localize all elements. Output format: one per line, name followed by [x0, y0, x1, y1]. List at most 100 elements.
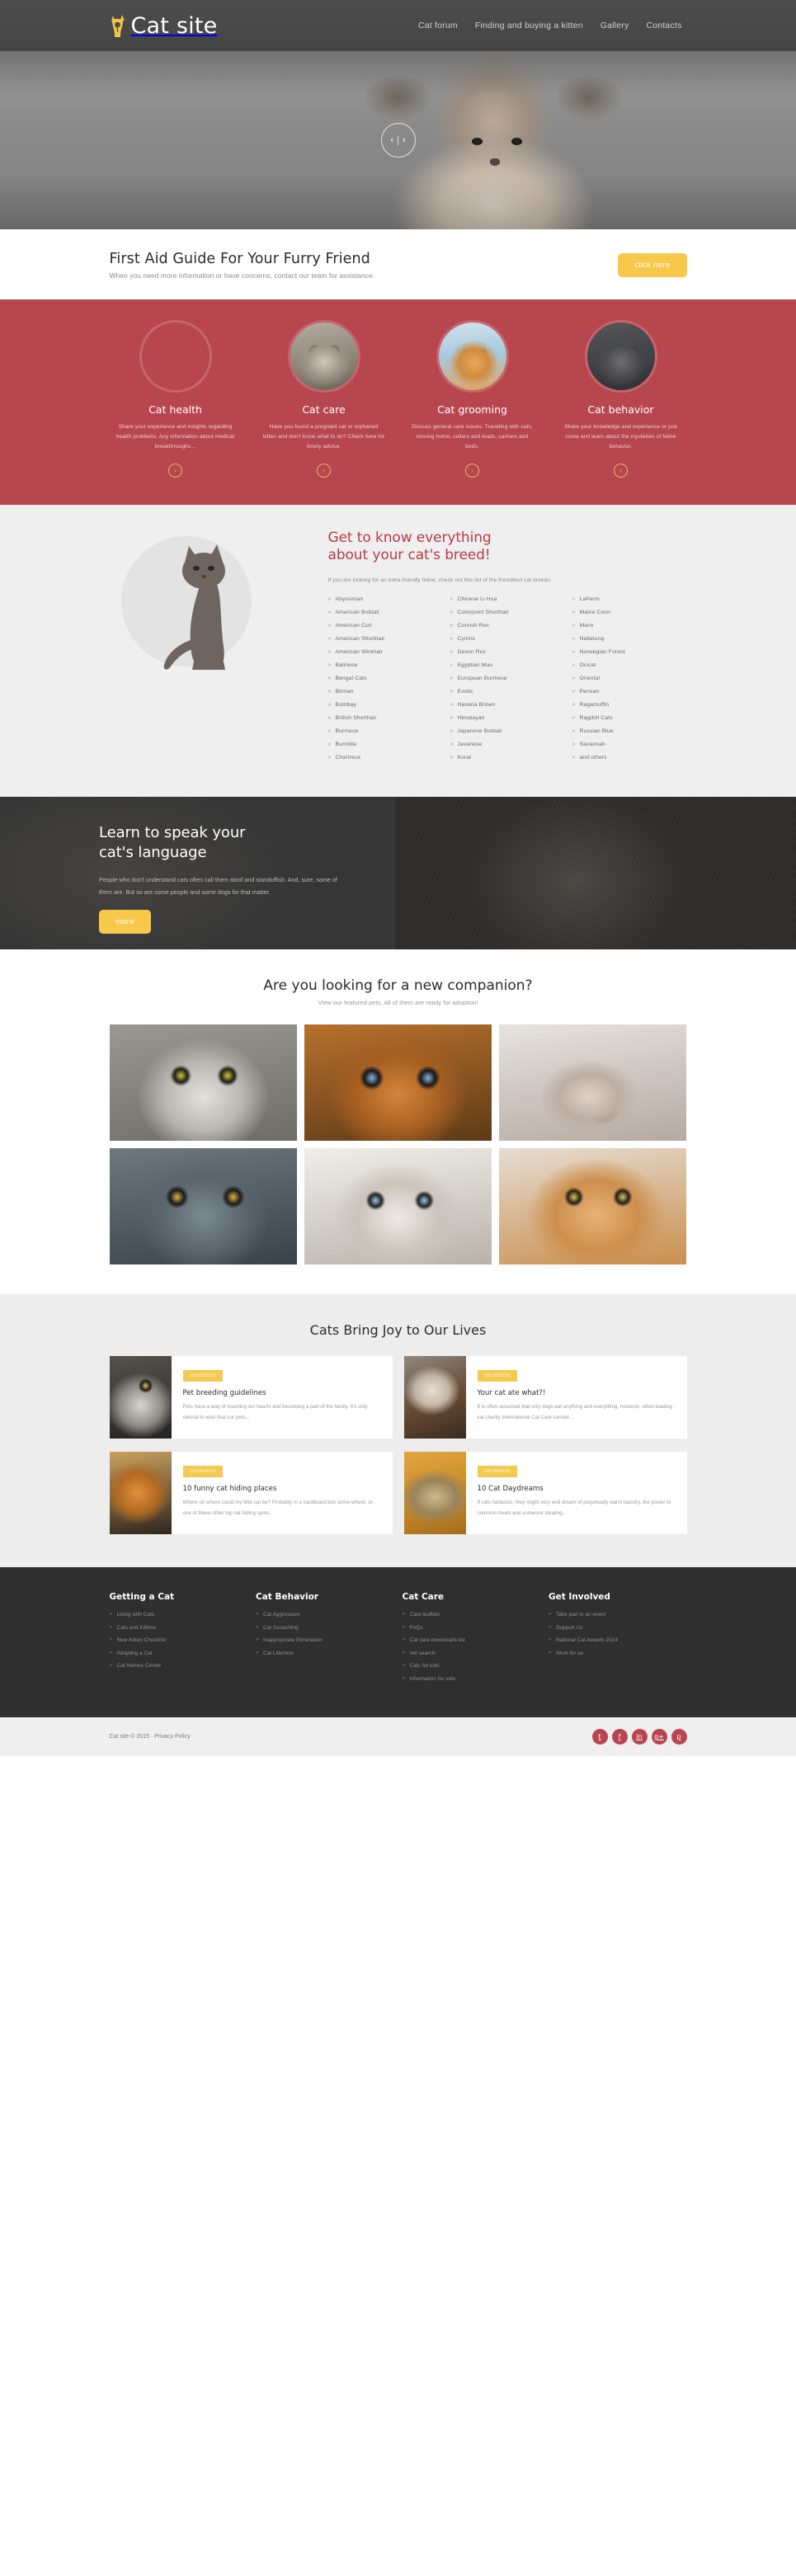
footer-link[interactable]: Cat Litterbox [256, 1651, 394, 1657]
breed-item[interactable]: Chinese Li Hua [450, 596, 563, 603]
gallery-item[interactable] [304, 1148, 492, 1265]
googleplus-icon[interactable]: g+ [651, 1729, 667, 1745]
breed-item[interactable]: Havana Brown [450, 702, 563, 709]
breed-item[interactable]: Ocicat [572, 662, 685, 669]
breed-item[interactable]: LaPerm [572, 596, 685, 603]
service-arrow-icon[interactable]: › [465, 463, 479, 478]
footer-link[interactable]: Work for us [549, 1651, 687, 1657]
breed-item[interactable]: American Wirehair [328, 649, 440, 656]
breed-item[interactable]: Korat [450, 755, 563, 761]
gallery-item[interactable] [109, 1148, 297, 1265]
service-text: Have you found a pregnant cat or orphane… [262, 424, 385, 450]
footer-link[interactable]: Information for vets [403, 1676, 541, 1683]
footer-link[interactable]: Cats and Kittens [110, 1625, 248, 1632]
blog-post-title[interactable]: Pet breeding guidelines [183, 1389, 381, 1397]
breed-item[interactable]: Devon Rex [450, 649, 563, 656]
breed-item[interactable]: Burmilla [328, 742, 440, 748]
breed-item[interactable]: Oriental [572, 676, 685, 682]
footer-link[interactable]: Cat Scratching [256, 1625, 394, 1632]
blog-post-title[interactable]: 10 Cat Daydreams [478, 1485, 676, 1493]
breed-item[interactable]: Abyssinian [328, 596, 440, 603]
logo-link[interactable]: Cat site [110, 13, 218, 39]
pinterest-icon[interactable]: p [671, 1729, 687, 1745]
blog-post-card[interactable]: 19/10/2015 10 Cat Daydreams If cats fant… [403, 1452, 687, 1535]
breed-item[interactable]: Russian Blue [572, 728, 685, 735]
footer-link[interactable]: Inappropriate Elimination [256, 1637, 394, 1644]
breed-item[interactable]: Egyptian Mau [450, 662, 563, 669]
blog-post-date-badge: 19/10/2015 [477, 1466, 517, 1478]
breed-item[interactable]: Himalayan [450, 715, 563, 722]
footer-link[interactable]: Care leaflets [403, 1612, 541, 1618]
blog-post-card[interactable]: 19/10/2015 Your cat ate what?! It is oft… [403, 1356, 687, 1439]
gallery-item[interactable] [498, 1024, 686, 1142]
breed-item[interactable]: Chartreux [328, 755, 440, 761]
callout-text-block: First Aid Guide For Your Furry Friend Wh… [110, 251, 375, 280]
breed-item[interactable]: American Shorthair [328, 636, 440, 643]
breed-item[interactable]: Balinese [328, 662, 440, 669]
gallery-item[interactable] [109, 1024, 297, 1142]
breed-item[interactable]: Persian [572, 689, 685, 695]
breed-item[interactable]: British Shorthair [328, 715, 440, 722]
blog-post-card[interactable]: 19/10/2015 Pet breeding guidelines Pets … [109, 1356, 393, 1439]
facebook-icon[interactable]: f [611, 1729, 628, 1745]
breed-item[interactable]: and others [572, 755, 685, 761]
twitter-icon[interactable]: t [591, 1729, 608, 1745]
breed-item[interactable]: European Burmese [450, 676, 563, 682]
nav-item-contacts[interactable]: Contacts [646, 21, 681, 31]
nav-item-finding-buying-kitten[interactable]: Finding and buying a kitten [475, 21, 583, 31]
breed-item[interactable]: American Curl [328, 623, 440, 629]
footer-link[interactable]: Cat Aggression [256, 1612, 394, 1618]
footer-link[interactable]: Cat Names Center [110, 1663, 248, 1669]
breed-item[interactable]: Bengal Cats [328, 676, 440, 682]
breed-item[interactable]: Savannah [572, 742, 685, 748]
breed-item[interactable]: Ragamuffin [572, 702, 685, 709]
breed-item[interactable]: Ragdoll Cats [572, 715, 685, 722]
footer-link[interactable]: Living with Cats [110, 1612, 248, 1618]
gallery-item[interactable] [304, 1024, 492, 1142]
footer-link[interactable]: New Kitten Checklist [110, 1637, 248, 1644]
breed-item[interactable]: Norwegian Forest [572, 649, 685, 656]
click-here-button[interactable]: click here [618, 253, 687, 277]
breed-item[interactable]: Japanese Bobtail [450, 728, 563, 735]
blog-post-title[interactable]: Your cat ate what?! [478, 1389, 676, 1397]
service-arrow-icon[interactable]: › [168, 463, 182, 478]
footer-link[interactable]: Vet search [403, 1651, 541, 1657]
breed-item[interactable]: Bombay [328, 702, 440, 709]
service-card-cat-grooming: Cat grooming Discuss general care issues… [407, 320, 539, 478]
breed-item[interactable]: American Bobtail [328, 610, 440, 616]
gallery-item[interactable] [498, 1148, 686, 1265]
service-arrow-icon[interactable]: › [317, 463, 331, 478]
footer-link[interactable]: Adopting a Cat [110, 1651, 248, 1657]
footer-link[interactable]: Cats for kids [403, 1663, 541, 1669]
footer-link[interactable]: Cat care downloads list [403, 1637, 541, 1644]
cat-language-section: Learn to speak your cat's language Peopl… [0, 797, 796, 950]
breed-item[interactable]: Cymric [450, 636, 563, 643]
footer-link[interactable]: FAQs [403, 1625, 541, 1632]
linkedin-icon[interactable]: in [631, 1729, 648, 1745]
nav-item-gallery[interactable]: Gallery [601, 21, 629, 31]
footer-column-cat-behavior: Cat Behavior Cat Aggression Cat Scratchi… [256, 1592, 394, 1689]
nav-item-cat-forum[interactable]: Cat forum [418, 21, 458, 31]
breed-item[interactable]: Maine Coon [572, 610, 685, 616]
breed-item[interactable]: Javanese [450, 742, 563, 748]
breed-item[interactable]: Exotic [450, 689, 563, 695]
footer-link[interactable]: Take part in an event [549, 1612, 687, 1618]
breed-item[interactable]: Cornish Rex [450, 623, 563, 629]
footer-link[interactable]: National Cat Awards 2014 [549, 1637, 687, 1644]
blog-post-card[interactable]: 19/10/2015 10 funny cat hiding places Wh… [109, 1452, 393, 1535]
breed-item[interactable]: Nebelung [572, 636, 685, 643]
footer-link[interactable]: Support Us [549, 1625, 687, 1632]
service-photo [139, 320, 212, 393]
chevron-right-icon[interactable]: › [403, 135, 406, 145]
more-button[interactable]: more [99, 909, 151, 934]
logo-text: Cat site [130, 12, 218, 39]
breed-item[interactable]: Burmese [328, 728, 440, 735]
blog-post-title[interactable]: 10 funny cat hiding places [183, 1485, 381, 1493]
cat-language-text: People who don't understand cats often c… [99, 875, 337, 896]
breed-item[interactable]: Birman [328, 689, 440, 695]
breed-item[interactable]: Manx [572, 623, 685, 629]
breed-item[interactable]: Colorpoint Shorthair [450, 610, 563, 616]
chevron-left-icon[interactable]: ‹ [390, 135, 393, 145]
gallery-grid [109, 1024, 687, 1265]
service-arrow-icon[interactable]: › [614, 463, 628, 478]
